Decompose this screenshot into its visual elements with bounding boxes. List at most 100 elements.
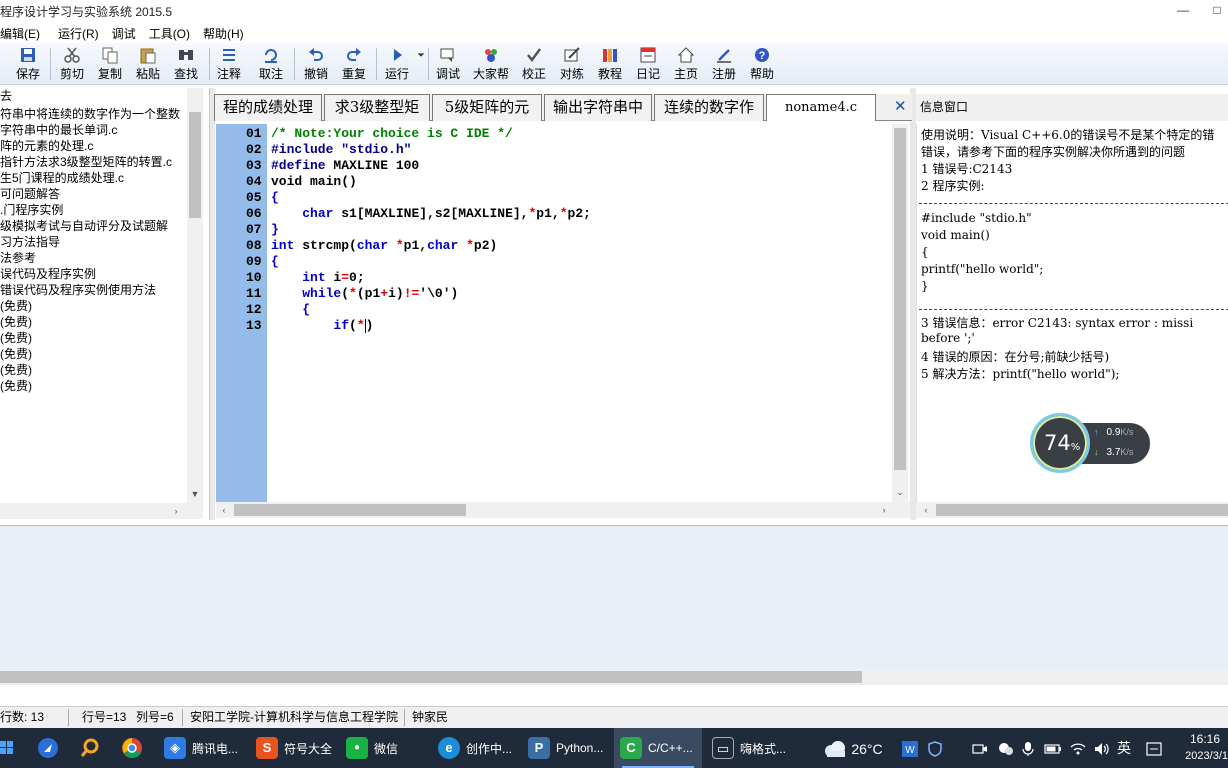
tray-wps[interactable]: W xyxy=(902,728,918,768)
tab-score-processing[interactable]: 程的成绩处理 xyxy=(214,94,322,121)
debug-button[interactable]: 调试 xyxy=(434,45,462,83)
tutorial-button[interactable]: 教程 xyxy=(596,45,624,83)
check-button[interactable]: 校正 xyxy=(520,45,548,83)
tab-matrix-elements[interactable]: 5级矩阵的元 xyxy=(432,94,542,121)
tray-microphone[interactable] xyxy=(1022,728,1034,768)
tree-item[interactable]: (免费) xyxy=(0,362,32,378)
code-line[interactable]: #include "stdio.h" xyxy=(271,142,411,157)
tree-vertical-scrollbar[interactable]: ▼ xyxy=(187,88,203,503)
restore-button[interactable]: □ xyxy=(1206,0,1228,23)
tree-item[interactable]: (免费) xyxy=(0,378,32,394)
uncomment-button[interactable]: 取注 xyxy=(257,45,285,83)
tree-item[interactable]: 指针方法求3级整型矩阵的转置.c xyxy=(0,154,172,170)
code-line[interactable]: { xyxy=(271,190,279,205)
scroll-thumb[interactable] xyxy=(189,112,201,218)
run-button[interactable]: 运行 xyxy=(383,45,411,83)
code-line[interactable]: { xyxy=(271,254,279,269)
tree-item[interactable]: 阵的元素的处理.c xyxy=(0,138,93,154)
code-line[interactable]: /* Note:Your choice is C IDE */ xyxy=(271,126,513,141)
scroll-right-icon[interactable]: › xyxy=(170,505,182,517)
help-button[interactable]: ? 帮助 xyxy=(748,45,776,83)
tree-item[interactable]: 字符串中的最长单词.c xyxy=(0,122,117,138)
tree-item[interactable]: 可问题解答 xyxy=(0,186,60,202)
find-button[interactable]: 查找 xyxy=(172,45,200,83)
tree-item[interactable]: 符串中将连续的数字作为一个整数 xyxy=(0,106,180,122)
redo-button[interactable]: 重复 xyxy=(340,45,368,83)
tree-item[interactable]: 生5门课程的成绩处理.c xyxy=(0,170,124,186)
editor-horizontal-scrollbar[interactable]: ‹ › xyxy=(216,502,910,518)
tree-item[interactable]: (免费) xyxy=(0,298,32,314)
start-button[interactable] xyxy=(0,728,20,768)
code-line[interactable]: int strcmp(char *p1,char *p2) xyxy=(271,238,497,253)
tray-wifi[interactable] xyxy=(1070,728,1086,768)
scroll-down-icon[interactable]: ▼ xyxy=(189,488,201,500)
left-splitter[interactable] xyxy=(210,88,215,520)
diary-button[interactable]: 日记 xyxy=(634,45,662,83)
menu-edit[interactable]: 编辑(E) xyxy=(0,25,49,42)
copy-button[interactable]: 复制 xyxy=(96,45,124,83)
tray-wechat[interactable] xyxy=(998,728,1014,768)
tree-item[interactable]: (免费) xyxy=(0,314,32,330)
taskbar-screen-recorder[interactable]: ▭ 嗨格式... xyxy=(706,728,798,768)
scroll-left-icon[interactable]: ‹ xyxy=(218,504,230,516)
tray-ime-mode[interactable] xyxy=(1146,728,1162,768)
tree-horizontal-scrollbar[interactable]: › xyxy=(0,503,203,519)
taskbar-tencent-manager[interactable]: ◈ 腾讯电... xyxy=(158,728,246,768)
tree-item[interactable]: .门程序实例 xyxy=(0,202,63,218)
minimize-button[interactable]: — xyxy=(1160,0,1206,23)
clock[interactable]: 16:16 2023/3/1 xyxy=(1176,732,1228,768)
tab-noname4[interactable]: noname4.c xyxy=(766,94,876,121)
practice-button[interactable]: 对练 xyxy=(558,45,586,83)
home-button[interactable]: 主页 xyxy=(672,45,700,83)
code-line[interactable]: int i=0; xyxy=(271,270,364,285)
scroll-down-icon[interactable]: ⌄ xyxy=(894,486,906,498)
taskbar-c-ide[interactable]: C C/C++... xyxy=(614,728,702,768)
code-line[interactable]: } xyxy=(271,222,279,237)
pinned-search-app[interactable] xyxy=(76,728,104,768)
code-line[interactable]: { xyxy=(271,302,310,317)
save-button[interactable]: 保存 xyxy=(14,45,42,83)
tree-item[interactable]: 错误代码及程序实例使用方法 xyxy=(0,282,156,298)
undo-button[interactable]: 撤销 xyxy=(302,45,330,83)
taskbar-symbols[interactable]: S 符号大全 xyxy=(250,728,338,768)
editor-vertical-scrollbar[interactable]: ⌄ xyxy=(892,124,908,502)
scroll-left-icon[interactable]: ‹ xyxy=(920,504,932,516)
menu-help[interactable]: 帮助(H) xyxy=(199,25,253,42)
tree-item[interactable]: 去 xyxy=(0,88,12,104)
taskbar-python[interactable]: P Python... xyxy=(524,728,612,768)
tab-consecutive-digits[interactable]: 连续的数字作 xyxy=(654,94,764,121)
tray-security[interactable] xyxy=(928,728,942,768)
code-line[interactable]: if(*) xyxy=(271,318,373,333)
tree-item[interactable]: (免费) xyxy=(0,330,32,346)
tree-item[interactable]: 级模拟考试与自动评分及试题解 xyxy=(0,218,168,234)
input-method[interactable]: 英 xyxy=(1117,728,1131,768)
info-horizontal-scrollbar[interactable]: ‹ xyxy=(916,502,1228,518)
tree-item[interactable]: (免费) xyxy=(0,346,32,362)
close-tab-icon[interactable]: ✕ xyxy=(894,97,907,115)
tree-item[interactable]: 习方法指导 xyxy=(0,234,60,250)
tree-item[interactable]: 误代码及程序实例 xyxy=(0,266,96,282)
code-line[interactable]: void main() xyxy=(271,174,357,189)
community-button[interactable]: 大家帮 xyxy=(471,45,511,83)
menu-tools[interactable]: 工具(O) xyxy=(145,25,199,42)
memory-usage-gauge[interactable]: 74% xyxy=(1030,413,1090,473)
tray-battery[interactable] xyxy=(1044,728,1062,768)
output-horizontal-scrollbar[interactable] xyxy=(0,669,1228,685)
comment-button[interactable]: 注释 xyxy=(215,45,243,83)
tree-item[interactable]: 法参考 xyxy=(0,250,36,266)
taskbar-wechat[interactable]: ● 微信 xyxy=(342,728,430,768)
tray-volume[interactable] xyxy=(1094,728,1110,768)
tray-camera[interactable] xyxy=(972,728,988,768)
cut-button[interactable]: 剪切 xyxy=(58,45,86,83)
tab-longest-word[interactable]: 输出字符串中 xyxy=(544,94,652,121)
scroll-thumb[interactable] xyxy=(936,504,1228,516)
code-line[interactable]: #define MAXLINE 100 xyxy=(271,158,419,173)
pinned-app[interactable] xyxy=(34,728,62,768)
code-line[interactable]: while(*(p1+i)!='\0') xyxy=(271,286,458,301)
scroll-thumb[interactable] xyxy=(234,504,466,516)
paste-button[interactable]: 粘贴 xyxy=(134,45,162,83)
pinned-chrome[interactable] xyxy=(118,728,146,768)
tab-matrix-transpose[interactable]: 求3级整型矩 xyxy=(324,94,430,121)
register-button[interactable]: 注册 xyxy=(710,45,738,83)
scroll-right-icon[interactable]: › xyxy=(878,504,890,516)
